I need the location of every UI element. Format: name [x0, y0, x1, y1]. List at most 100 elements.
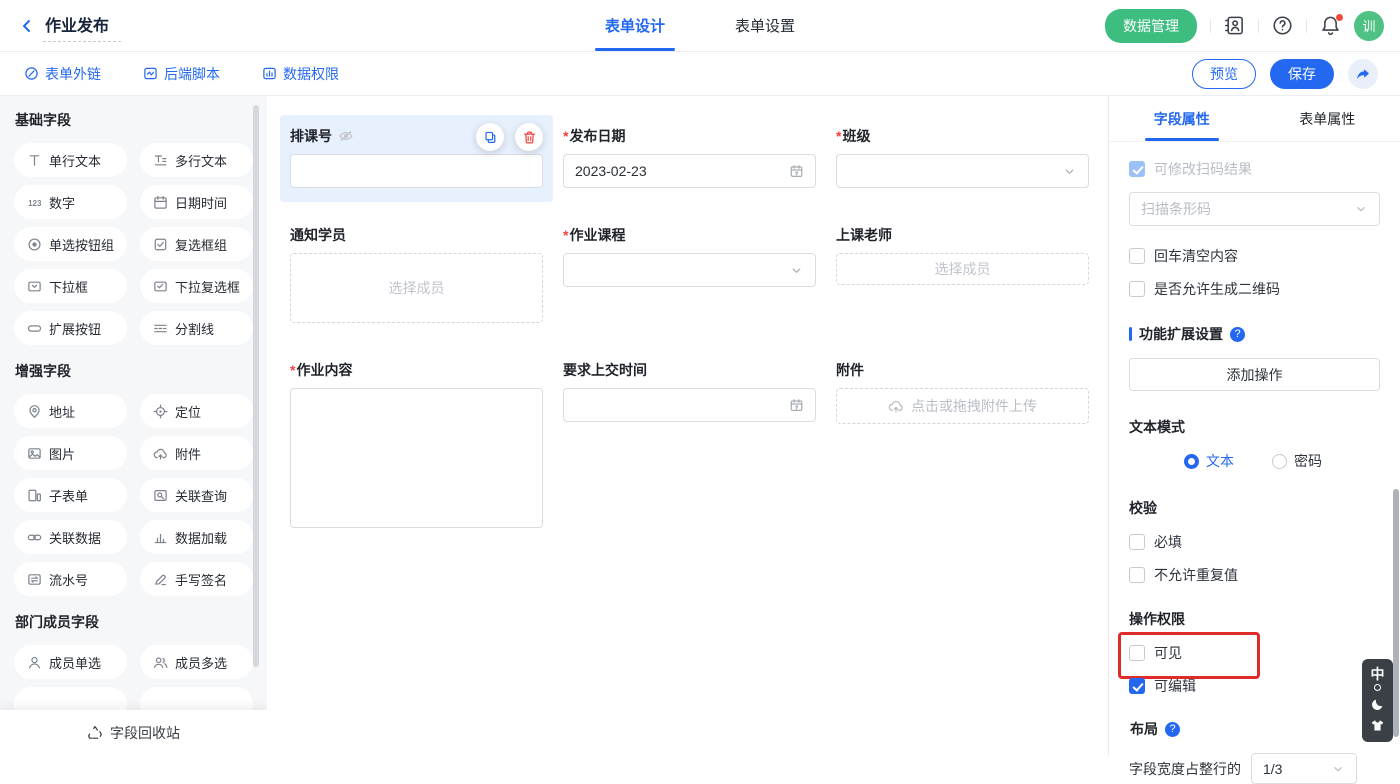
- textarea-input[interactable]: [290, 388, 543, 528]
- sidebar-item-地址[interactable]: 地址: [14, 394, 127, 428]
- sidebar-item-定位[interactable]: 定位: [140, 394, 253, 428]
- canvas-field[interactable]: *发布日期2023-02-23: [553, 115, 826, 202]
- svg-text:123: 123: [28, 198, 42, 207]
- required-star: *: [563, 227, 568, 243]
- tab-表单设置[interactable]: 表单设置: [733, 0, 797, 51]
- delete-field-button[interactable]: [515, 123, 543, 151]
- sidebar-item-日期时间[interactable]: 日期时间: [140, 185, 253, 219]
- required-star: *: [836, 128, 841, 144]
- canvas-field[interactable]: *作业内容: [280, 349, 553, 542]
- select-input[interactable]: [563, 253, 816, 287]
- chevron-down-icon: [1062, 164, 1077, 179]
- language-button[interactable]: 中: [1371, 667, 1385, 691]
- sidebar-item-流水号[interactable]: 流水号: [14, 562, 127, 596]
- link-数据权限[interactable]: 数据权限: [262, 64, 339, 84]
- chevron-down-icon: [1354, 202, 1368, 216]
- checkbox-row-可见[interactable]: 可见: [1129, 643, 1380, 663]
- panel-tab-字段属性[interactable]: 字段属性: [1109, 96, 1255, 141]
- sidebar-item-label: 地址: [49, 402, 75, 421]
- moon-button[interactable]: [1370, 697, 1385, 712]
- share-button[interactable]: [1348, 59, 1378, 89]
- checkbox-label: 可修改扫码结果: [1154, 159, 1252, 179]
- image-icon: [27, 446, 42, 461]
- checkbox-row-必填[interactable]: 必填: [1129, 532, 1380, 552]
- text-input[interactable]: [290, 154, 543, 188]
- theme-shirt-icon: [1370, 718, 1385, 733]
- sidebar-item-多行文本[interactable]: 多行文本: [140, 143, 253, 177]
- data-manage-button[interactable]: 数据管理: [1105, 9, 1197, 43]
- sidebar-item-图片[interactable]: 图片: [14, 436, 127, 470]
- field-recycle-bin[interactable]: 字段回收站: [0, 710, 267, 755]
- canvas-field[interactable]: 通知学员选择成员: [280, 214, 553, 337]
- question-circle-icon[interactable]: [1165, 722, 1180, 737]
- canvas-field[interactable]: 上课老师选择成员: [826, 214, 1099, 299]
- checkbox-row-是否允许生成二维码[interactable]: 是否允许生成二维码: [1129, 279, 1380, 299]
- sidebar-item-手写签名[interactable]: 手写签名: [140, 562, 253, 596]
- canvas-field[interactable]: 排课号: [280, 115, 553, 202]
- sidebar-item-数据加载[interactable]: 数据加载: [140, 520, 253, 554]
- date-input[interactable]: 2023-02-23: [563, 154, 816, 188]
- sidebar-item-下拉复选框[interactable]: 下拉复选框: [140, 269, 253, 303]
- text-mode-radios: 文本 密码: [1184, 451, 1380, 471]
- checkbox-disabled-checked: [1129, 161, 1145, 177]
- topbar-actions: 数据管理 训: [1105, 9, 1384, 43]
- sidebar-item-label: 单选按钮组: [49, 235, 114, 254]
- sidebar-item-扩展按钮[interactable]: 扩展按钮: [14, 311, 127, 345]
- sidebar-item-成员单选[interactable]: 成员单选: [14, 645, 127, 679]
- checkbox-label: 回车清空内容: [1154, 246, 1238, 266]
- sidebar-item-关联数据[interactable]: 关联数据: [14, 520, 127, 554]
- field-label-text: 班级: [842, 126, 870, 146]
- canvas-field[interactable]: 要求上交时间: [553, 349, 826, 436]
- sidebar-item-分割线[interactable]: 分割线: [140, 311, 253, 345]
- sidebar-item-单行文本[interactable]: 单行文本: [14, 143, 127, 177]
- contacts-button[interactable]: [1224, 15, 1245, 36]
- save-button[interactable]: 保存: [1270, 59, 1334, 89]
- checkbox-row-不允许重复值[interactable]: 不允许重复值: [1129, 565, 1380, 585]
- canvas-field[interactable]: *班级: [826, 115, 1099, 202]
- field-label: 上课老师: [836, 226, 1089, 243]
- sidebar-item-子表单[interactable]: 子表单: [14, 478, 127, 512]
- page-title[interactable]: 作业发布: [43, 10, 121, 42]
- canvas-field[interactable]: 附件点击或拖拽附件上传: [826, 349, 1099, 438]
- sidebar-item-数字[interactable]: 123数字: [14, 185, 127, 219]
- sidebar-item-单选按钮组[interactable]: 单选按钮组: [14, 227, 127, 261]
- radio-文本[interactable]: 文本: [1184, 451, 1234, 471]
- link-后端脚本[interactable]: 后端脚本: [143, 64, 220, 84]
- add-action-button[interactable]: 添加操作: [1129, 358, 1380, 391]
- checkbox-row-scan-result[interactable]: 可修改扫码结果: [1129, 159, 1380, 179]
- field-width-select[interactable]: 1/3: [1251, 753, 1357, 784]
- scan-mode-select[interactable]: 扫描条形码: [1129, 192, 1380, 226]
- canvas-field[interactable]: *作业课程: [553, 214, 826, 301]
- checkbox-label: 可编辑: [1154, 676, 1196, 696]
- sidebar-item-成员多选[interactable]: 成员多选: [140, 645, 253, 679]
- date-input[interactable]: [563, 388, 816, 422]
- radio-密码[interactable]: 密码: [1272, 451, 1322, 471]
- tab-表单设计[interactable]: 表单设计: [603, 0, 667, 51]
- main-layout: 基础字段单行文本多行文本123数字日期时间单选按钮组复选框组下拉框下拉复选框扩展…: [0, 96, 1400, 755]
- sidebar-item-label: 成员单选: [49, 653, 101, 672]
- avatar[interactable]: 训: [1354, 11, 1384, 41]
- panel-tab-表单属性[interactable]: 表单属性: [1255, 96, 1400, 141]
- sub-toolbar: 表单外链 后端脚本 数据权限 预览 保存: [0, 52, 1400, 96]
- help-button[interactable]: [1272, 15, 1293, 36]
- checkbox-row-可编辑[interactable]: 可编辑: [1129, 676, 1380, 696]
- member-picker[interactable]: 选择成员: [836, 253, 1089, 285]
- notifications-button[interactable]: [1320, 15, 1341, 36]
- sidebar-item-label: 下拉框: [49, 277, 88, 296]
- copy-field-button[interactable]: [476, 123, 504, 151]
- checkbox-row-回车清空内容[interactable]: 回车清空内容: [1129, 246, 1380, 266]
- theme-shirt-button[interactable]: [1370, 718, 1385, 733]
- upload-dropzone[interactable]: 点击或拖拽附件上传: [836, 388, 1089, 424]
- link-表单外链[interactable]: 表单外链: [24, 64, 101, 84]
- member-picker[interactable]: 选择成员: [290, 253, 543, 323]
- sidebar-item-下拉框[interactable]: 下拉框: [14, 269, 127, 303]
- panel-scrollbar[interactable]: [1393, 489, 1399, 737]
- back-button[interactable]: [16, 15, 38, 37]
- sidebar-item-附件[interactable]: 附件: [140, 436, 253, 470]
- sidebar-item-关联查询[interactable]: 关联查询: [140, 478, 253, 512]
- sidebar-item-复选框组[interactable]: 复选框组: [140, 227, 253, 261]
- sidebar-scrollbar[interactable]: [253, 105, 259, 667]
- question-circle-icon[interactable]: [1230, 327, 1245, 342]
- select-input[interactable]: [836, 154, 1089, 188]
- preview-button[interactable]: 预览: [1192, 59, 1256, 89]
